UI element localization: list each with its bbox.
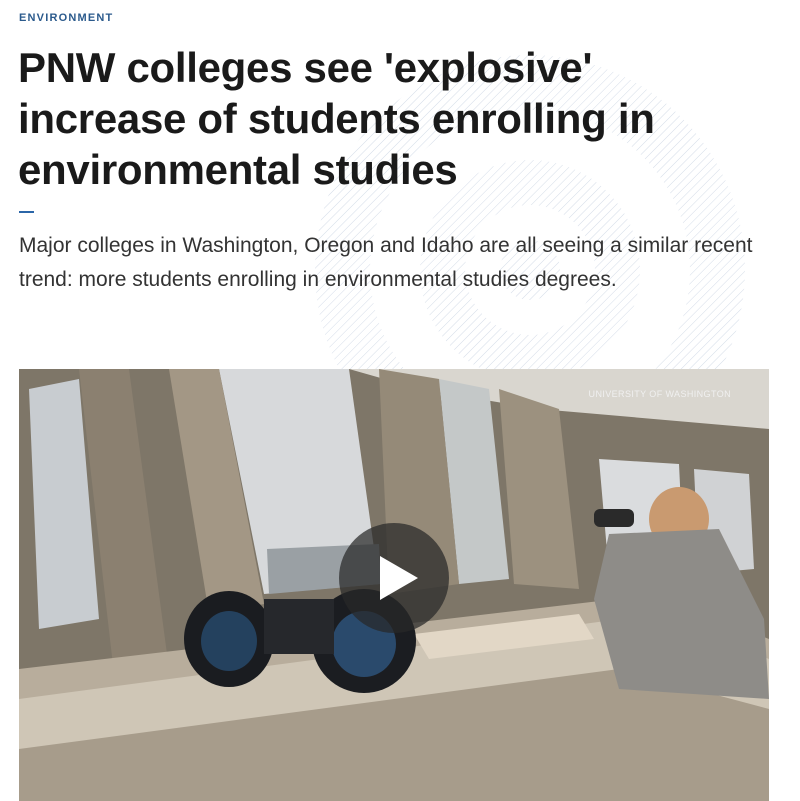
play-button[interactable]: [339, 523, 449, 633]
category-label[interactable]: ENVIRONMENT: [19, 12, 113, 24]
play-icon: [380, 556, 418, 600]
video-player[interactable]: UNIVERSITY OF WASHINGTON: [19, 369, 769, 801]
article-summary: Major colleges in Washington, Oregon and…: [19, 234, 753, 291]
headline-accent-divider: [19, 211, 34, 213]
video-credit: UNIVERSITY OF WASHINGTON: [588, 389, 731, 399]
article-page: ENVIRONMENT PNW colleges see 'explosive'…: [0, 0, 800, 801]
article-headline: PNW colleges see 'explosive' increase of…: [18, 44, 655, 193]
